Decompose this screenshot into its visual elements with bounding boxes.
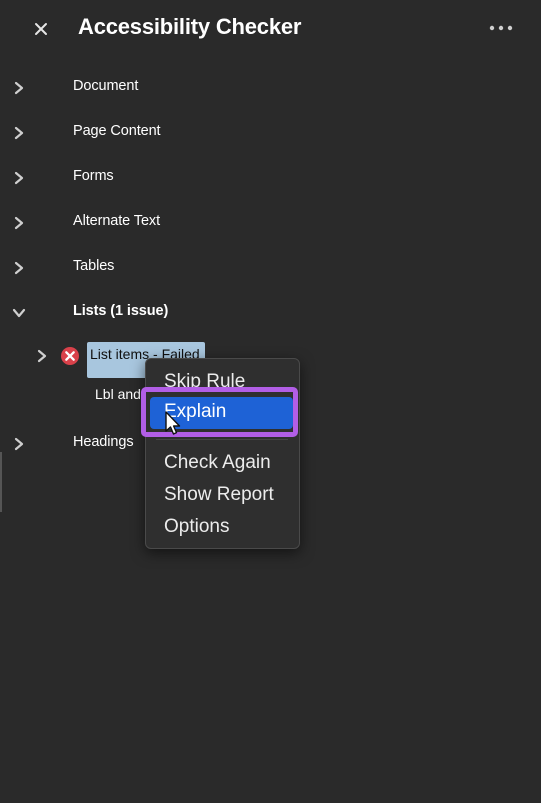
tree-item-lbl-and[interactable]: Lbl and <box>95 386 141 402</box>
tree-item-forms[interactable]: Forms <box>0 159 520 199</box>
chevron-right-icon[interactable] <box>10 435 28 453</box>
more-options-icon <box>489 25 513 31</box>
tree-item-lists[interactable]: Lists (1 issue) <box>0 294 520 334</box>
tree-item-label: Alternate Text <box>73 213 160 229</box>
menu-divider <box>156 439 288 440</box>
tree-item-label: Headings <box>73 434 134 450</box>
close-button[interactable] <box>30 18 52 40</box>
tree-item-label: Lists (1 issue) <box>73 303 169 319</box>
chevron-right-icon[interactable] <box>10 214 28 232</box>
tree-item-label: Forms <box>73 168 114 184</box>
tree-item-page-content[interactable]: Page Content <box>0 114 520 154</box>
tree-item-label: Tables <box>73 258 115 274</box>
tree-item-tables[interactable]: Tables <box>0 249 520 289</box>
error-icon <box>61 347 79 365</box>
chevron-right-icon[interactable] <box>10 169 28 187</box>
chevron-right-icon[interactable] <box>33 347 51 365</box>
tree-item-label: Page Content <box>73 123 161 139</box>
panel-header: Accessibility Checker <box>0 0 541 58</box>
tree-item-alternate-text[interactable]: Alternate Text <box>0 204 520 244</box>
panel-title: Accessibility Checker <box>78 14 302 39</box>
mouse-cursor-icon <box>165 411 181 435</box>
tree-item-document[interactable]: Document <box>0 69 520 109</box>
more-options-button[interactable] <box>488 18 514 38</box>
menu-item-show-report[interactable]: Show Report <box>164 484 274 506</box>
chevron-right-icon[interactable] <box>10 124 28 142</box>
menu-item-options[interactable]: Options <box>164 516 229 538</box>
accessibility-checker-panel: Accessibility Checker Document Page Cont… <box>0 0 541 803</box>
menu-item-check-again[interactable]: Check Again <box>164 452 271 474</box>
chevron-down-icon[interactable] <box>10 304 28 322</box>
chevron-right-icon[interactable] <box>10 259 28 277</box>
close-icon <box>35 23 47 35</box>
tree-item-label: Document <box>73 78 139 94</box>
chevron-right-icon[interactable] <box>10 79 28 97</box>
